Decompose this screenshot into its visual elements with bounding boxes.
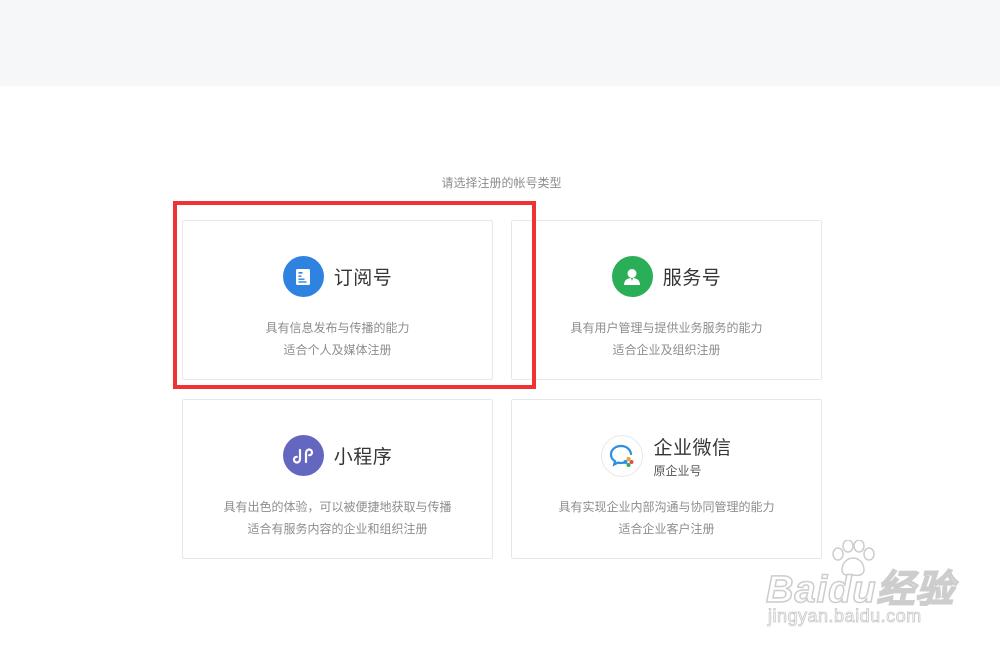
card-title: 小程序 [333,446,393,468]
card-description: 具有用户管理与提供业务服务的能力 适合企业及组织注册 [512,317,821,361]
mini-program-icon [282,435,324,476]
card-desc-line: 具有信息发布与传播的能力 [265,321,410,335]
card-wecom[interactable]: 企业微信 原企业号 具有实现企业内部沟通与协同管理的能力 适合企业客户注册 [511,399,822,559]
service-person-icon [611,256,653,297]
card-header: 企业微信 原企业号 [512,433,821,479]
paw-icon [832,540,875,577]
card-header: 服务号 [512,256,821,297]
card-subname: 原企业号 [653,464,702,478]
card-desc-line: 适合企业及组织注册 [612,343,721,357]
card-service-account[interactable]: 服务号 具有用户管理与提供业务服务的能力 适合企业及组织注册 [511,220,822,380]
card-desc-line: 适合个人及媒体注册 [283,343,392,357]
card-title-group: 企业微信 原企业号 [653,433,731,479]
subscription-doc-icon [282,256,324,297]
card-subscription-account[interactable]: 订阅号 具有信息发布与传播的能力 适合个人及媒体注册 [182,220,493,380]
card-title: 服务号 [662,267,722,289]
card-desc-line: 具有出色的体验，可以被便捷地获取与传播 [223,500,452,514]
card-mini-program[interactable]: 小程序 具有出色的体验，可以被便捷地获取与传播 适合有服务内容的企业和组织注册 [182,399,493,559]
card-title: 企业微信 [653,437,732,459]
card-desc-line: 适合有服务内容的企业和组织注册 [247,522,428,536]
account-type-prompt: 请选择注册的帐号类型 [441,176,562,190]
watermark-url: jingyan.baidu.com [768,606,922,627]
card-header: 订阅号 [183,256,492,297]
card-description: 具有出色的体验，可以被便捷地获取与传播 适合有服务内容的企业和组织注册 [183,496,492,540]
card-desc-line: 适合企业客户注册 [618,522,715,536]
top-header-band [0,0,1000,86]
register-page: 请选择注册的帐号类型 订阅号 具有信息发布与传播的能力 适合个人及媒体注册 服务… [0,0,1000,653]
wecom-chat-icon [601,435,644,477]
card-description: 具有实现企业内部沟通与协同管理的能力 适合企业客户注册 [512,496,821,540]
card-description: 具有信息发布与传播的能力 适合个人及媒体注册 [183,317,492,361]
card-desc-line: 具有用户管理与提供业务服务的能力 [570,321,763,335]
watermark-brand: Baidu经验 [765,568,955,612]
card-desc-line: 具有实现企业内部沟通与协同管理的能力 [558,500,775,514]
card-title: 订阅号 [333,267,393,289]
card-header: 小程序 [183,435,492,476]
